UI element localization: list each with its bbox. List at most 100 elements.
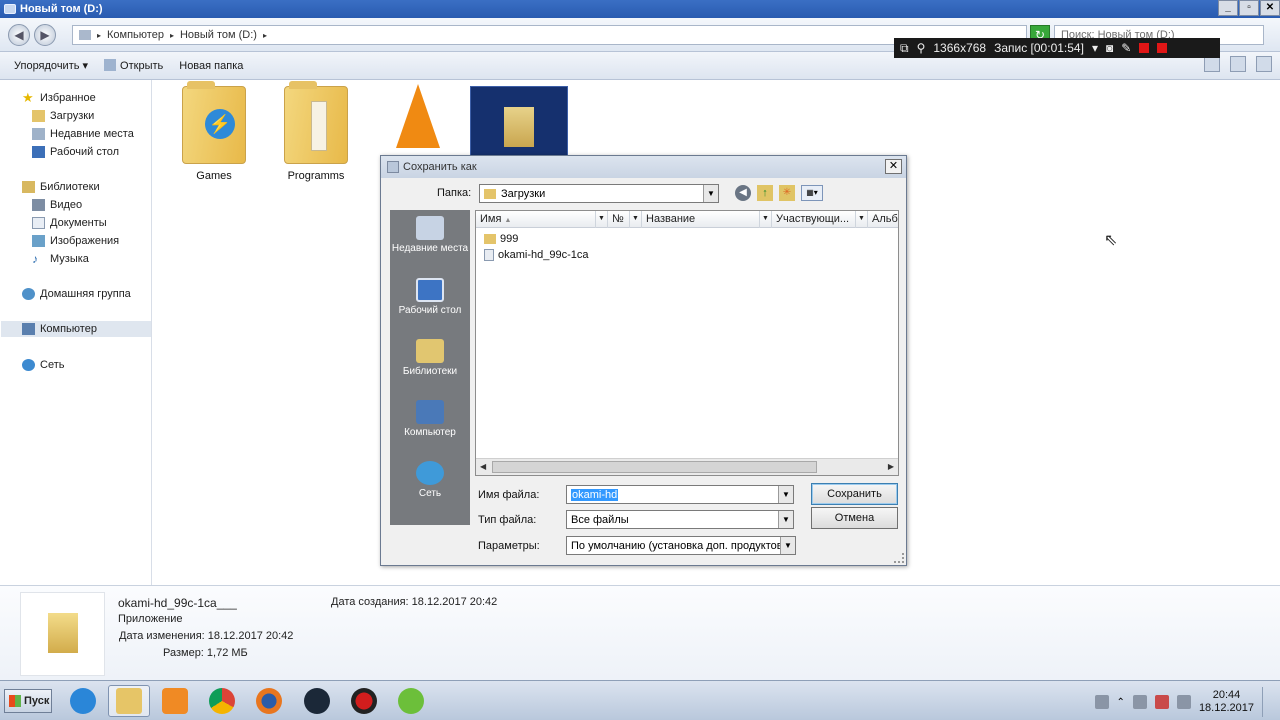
keyboard-icon[interactable] [1094, 695, 1109, 709]
filetype-select[interactable]: Все файлы ▼ [566, 510, 794, 529]
scrollbar-thumb[interactable] [492, 461, 817, 473]
nav-video[interactable]: Видео [32, 197, 82, 213]
nav-computer[interactable]: Компьютер [1, 321, 151, 337]
place-recent[interactable]: Недавние места [390, 216, 470, 255]
clock[interactable]: 20:44 18.12.2017 [1199, 689, 1254, 715]
place-computer[interactable]: Компьютер [390, 400, 470, 439]
taskbar-chrome[interactable] [201, 685, 243, 717]
open-button[interactable]: Открыть [104, 59, 163, 72]
system-tray: ⌃ 20:44 18.12.2017 [1094, 687, 1272, 717]
place-desktop[interactable]: Рабочий стол [390, 278, 470, 317]
horizontal-scrollbar[interactable]: ◀ ▶ [476, 458, 898, 475]
folder-games[interactable]: ⚡ Games [169, 80, 259, 182]
dialog-close-button[interactable]: ✕ [885, 159, 902, 174]
column-dropdown-icon[interactable]: ▼ [760, 211, 772, 228]
filename-input[interactable]: okami-hd ▼ [566, 485, 794, 504]
volume-muted-icon[interactable] [1154, 695, 1169, 709]
nav-favorites[interactable]: ★ Избранное [22, 90, 96, 106]
show-desktop-button[interactable] [1262, 687, 1272, 717]
new-folder-icon[interactable]: ✳ [779, 185, 795, 201]
column-title[interactable]: Название [642, 211, 760, 228]
chevron-down-icon[interactable]: ▼ [778, 511, 793, 528]
show-hidden-icons[interactable]: ⌃ [1117, 697, 1125, 708]
nav-downloads[interactable]: Загрузки [32, 108, 94, 124]
list-item[interactable]: okami-hd_99c-1ca [484, 247, 589, 263]
vlc-item[interactable] [373, 80, 463, 148]
breadcrumb[interactable]: ▸ Компьютер ▸ Новый том (D:) ▸ [72, 25, 1027, 45]
save-button[interactable]: Сохранить [811, 483, 898, 505]
forward-button[interactable]: ▶ [34, 24, 56, 46]
chevron-right-icon[interactable]: ▸ [263, 31, 267, 40]
column-number[interactable]: № [608, 211, 630, 228]
computer-icon [22, 323, 35, 335]
documents-icon [32, 217, 45, 229]
minimize-button[interactable]: _ [1218, 0, 1238, 16]
taskbar-utorrent[interactable] [390, 685, 432, 717]
new-folder-button[interactable]: Новая папка [179, 60, 243, 72]
chevron-right-icon[interactable]: ▸ [97, 31, 101, 40]
place-libraries[interactable]: Библиотеки [390, 339, 470, 378]
network-icon [22, 359, 35, 371]
pencil-icon[interactable]: ✎ [1121, 41, 1131, 55]
zoom-icon[interactable]: ⚲ [917, 41, 926, 55]
folder-select[interactable]: Загрузки ▼ [479, 184, 719, 203]
nav-libraries[interactable]: Библиотеки [22, 179, 100, 195]
taskbar-recorder[interactable] [343, 685, 385, 717]
column-participants[interactable]: Участвующи... [772, 211, 856, 228]
back-button[interactable]: ◀ [8, 24, 30, 46]
pause-icon[interactable] [1139, 43, 1150, 53]
taskbar-firefox[interactable] [248, 685, 290, 717]
taskbar-media-player[interactable] [154, 685, 196, 717]
view-options-icon[interactable] [1204, 56, 1220, 72]
nav-network[interactable]: Сеть [22, 357, 64, 373]
column-name[interactable]: Имя ▲ [476, 211, 596, 228]
chevron-down-icon[interactable]: ▼ [703, 185, 718, 202]
nav-desktop[interactable]: Рабочий стол [32, 144, 119, 160]
column-dropdown-icon[interactable]: ▼ [596, 211, 608, 228]
nav-recent[interactable]: Недавние места [32, 126, 134, 142]
network-signal-icon[interactable] [1132, 695, 1147, 709]
view-menu-icon[interactable]: ▦▾ [801, 185, 823, 201]
preview-pane-icon[interactable] [1230, 56, 1246, 72]
nav-homegroup[interactable]: Домашняя группа [22, 286, 131, 302]
music-icon: ♪ [32, 252, 38, 266]
firefox-icon [256, 688, 282, 714]
breadcrumb-computer[interactable]: Компьютер [107, 29, 164, 41]
chevron-down-icon[interactable]: ▼ [780, 537, 795, 554]
column-dropdown-icon[interactable]: ▼ [856, 211, 868, 228]
camera-icon[interactable]: ◙ [1106, 41, 1113, 55]
list-item[interactable]: 999 [484, 231, 518, 247]
window-mode-icon[interactable]: ⧉ [900, 41, 909, 56]
folder-programms[interactable]: Programms [271, 80, 361, 182]
nav-images[interactable]: Изображения [32, 233, 119, 249]
breadcrumb-volume[interactable]: Новый том (D:) [180, 29, 257, 41]
back-icon[interactable]: ◀ [735, 185, 751, 201]
taskbar-ie[interactable] [62, 685, 104, 717]
chevron-right-icon[interactable]: ▸ [170, 31, 174, 40]
organize-button[interactable]: Упорядочить ▾ [14, 59, 88, 72]
notification-icon[interactable] [1176, 695, 1191, 709]
taskbar-steam[interactable] [296, 685, 338, 717]
selected-file-item[interactable] [470, 86, 568, 156]
scroll-right-icon[interactable]: ▶ [888, 462, 894, 471]
close-window-button[interactable]: ✕ [1260, 0, 1280, 16]
resize-grip[interactable] [894, 553, 904, 563]
stop-icon[interactable] [1157, 43, 1168, 53]
maximize-button[interactable]: ▫ [1239, 0, 1259, 16]
start-button[interactable]: Пуск [4, 689, 52, 713]
column-dropdown-icon[interactable]: ▼ [630, 211, 642, 228]
taskbar: Пуск ⌃ 20:44 18.12.2017 [0, 680, 1280, 720]
scroll-left-icon[interactable]: ◀ [480, 462, 486, 471]
params-select[interactable]: По умолчанию (установка доп. продуктов) … [566, 536, 796, 555]
nav-documents[interactable]: Документы [32, 215, 107, 231]
details-pane: okami-hd_99c-1ca___ Приложение Дата изме… [0, 585, 1280, 680]
dropdown-icon[interactable]: ▾ [1092, 41, 1098, 55]
chevron-down-icon[interactable]: ▼ [778, 486, 793, 503]
nav-music[interactable]: ♪ Музыка [32, 251, 89, 267]
up-folder-icon[interactable]: ↑ [757, 185, 773, 201]
help-icon[interactable] [1256, 56, 1272, 72]
taskbar-explorer[interactable] [108, 685, 150, 717]
cancel-button[interactable]: Отмена [811, 507, 898, 529]
column-album[interactable]: Альб [868, 211, 898, 228]
place-network[interactable]: Сеть [390, 461, 470, 500]
